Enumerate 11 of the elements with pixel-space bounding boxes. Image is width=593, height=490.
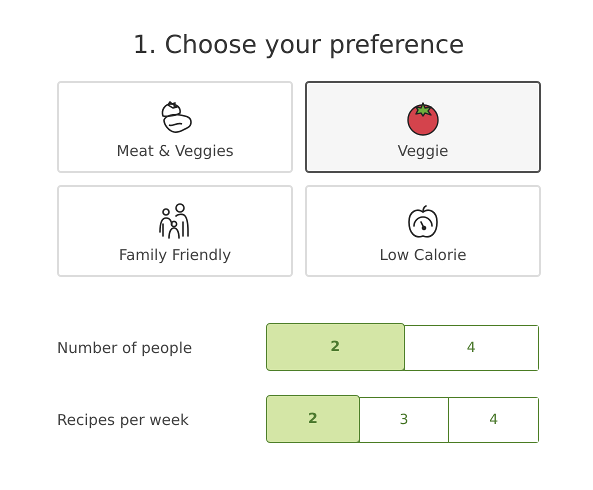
choice-button[interactable]: 4 xyxy=(404,326,538,370)
preference-card[interactable]: Family Friendly xyxy=(57,185,293,277)
choice-button[interactable]: 2 xyxy=(267,324,404,370)
option-label: Recipes per week xyxy=(57,411,190,429)
preference-card[interactable]: Meat & Veggies xyxy=(57,81,293,173)
option-label: Number of people xyxy=(57,339,194,357)
choice-button[interactable]: 4 xyxy=(448,398,538,442)
page-title: 1. Choose your preference xyxy=(132,30,466,59)
choice-button[interactable]: 2 xyxy=(267,396,359,442)
preference-card[interactable]: Veggie xyxy=(305,81,541,173)
preference-card[interactable]: Low Calorie xyxy=(305,185,541,277)
